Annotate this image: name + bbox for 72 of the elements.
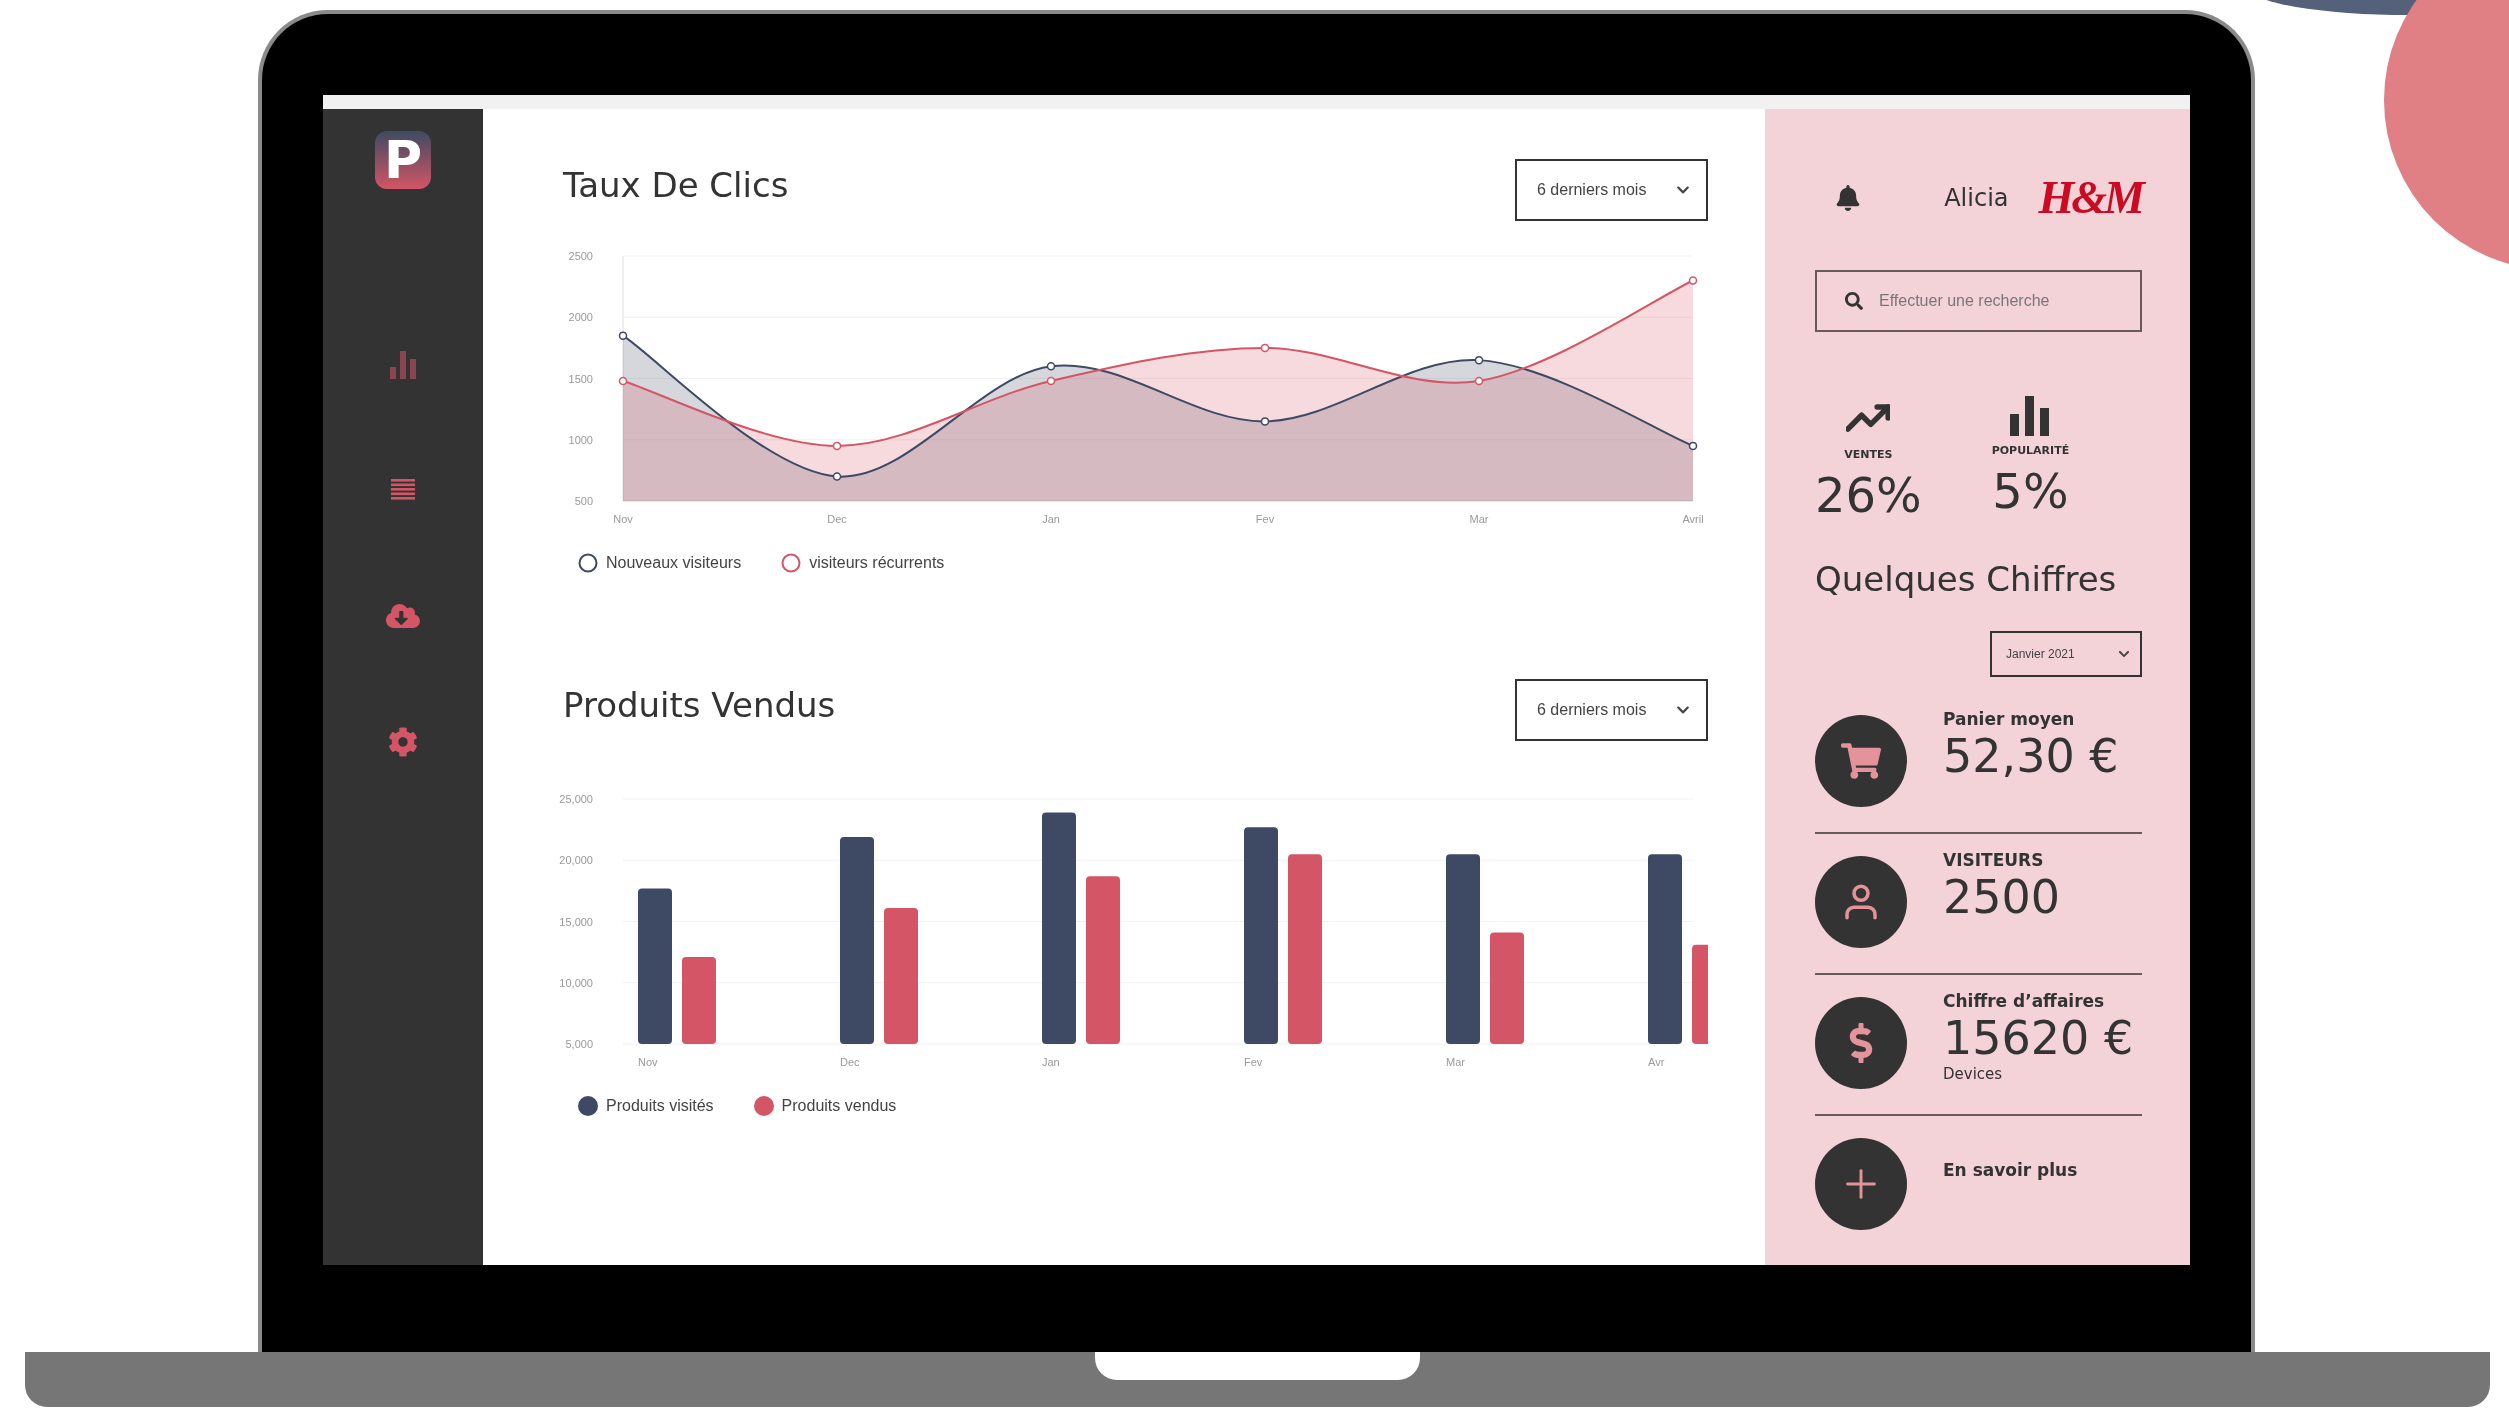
search-field[interactable]: Effectuer une recherche bbox=[1815, 270, 2142, 332]
chart-title: Taux De Clics bbox=[563, 165, 789, 205]
stat-label: POPULARITÉ bbox=[1991, 444, 2070, 457]
data-point bbox=[832, 441, 842, 451]
kpi-label: VISITEURS bbox=[1943, 850, 2045, 870]
user-name: Alicia bbox=[1944, 183, 2009, 212]
legend-marker-icon bbox=[781, 553, 802, 573]
kpi-label: Chiffre d’affaires bbox=[1943, 991, 2106, 1011]
axis-tick-label: 5,000 bbox=[565, 1038, 593, 1050]
axis-category-label: Mar bbox=[1469, 513, 1489, 525]
data-point bbox=[618, 376, 628, 386]
data-point bbox=[1260, 343, 1270, 353]
axis-tick-label: 500 bbox=[574, 495, 593, 507]
stat-label: VENTES bbox=[1844, 448, 1893, 461]
kpi-label: Panier moyen bbox=[1943, 709, 2076, 729]
data-point bbox=[1474, 355, 1484, 365]
legend-item: Produits visités bbox=[578, 1096, 714, 1116]
data-point bbox=[618, 331, 628, 340]
axis-tick-label: 1500 bbox=[568, 372, 593, 385]
kpi-value: 52,30 € bbox=[1943, 729, 2119, 783]
data-point bbox=[1688, 276, 1698, 285]
data-point bbox=[1046, 376, 1056, 386]
axis-category-label: Avr bbox=[1648, 1056, 1665, 1068]
data-point bbox=[1046, 362, 1056, 371]
axis-category-label: Dec bbox=[827, 513, 847, 525]
bar-chart-icon bbox=[2010, 396, 2051, 436]
legend-item: Produits vendus bbox=[753, 1096, 897, 1116]
legend-marker-icon bbox=[753, 1096, 774, 1116]
axis-tick-label: 20,000 bbox=[559, 854, 593, 867]
legend-marker-icon bbox=[578, 553, 598, 573]
legend-marker-icon bbox=[578, 1096, 598, 1116]
cart-icon bbox=[1841, 741, 1881, 781]
stat-value: 26% bbox=[1815, 467, 1922, 523]
chart-title: Produits Vendus bbox=[563, 685, 836, 725]
month-dropdown[interactable]: Janvier 2021 bbox=[1990, 631, 2142, 677]
axis-category-label: Nov bbox=[613, 513, 633, 525]
axis-tick-label: 2000 bbox=[568, 311, 593, 324]
axis-tick-label: 1000 bbox=[568, 433, 593, 446]
axis-category-label: Fev bbox=[1244, 1056, 1263, 1068]
kpi-note: Devices bbox=[1943, 1065, 2004, 1083]
search-icon bbox=[1845, 292, 1863, 310]
axis-category-label: Dec bbox=[840, 1056, 860, 1068]
learn-more-link[interactable]: En savoir plus bbox=[1943, 1160, 2078, 1180]
axis-category-label: Fev bbox=[1255, 513, 1275, 525]
notification-bell-icon[interactable] bbox=[1835, 184, 1861, 211]
period-dropdown[interactable]: 6 derniers mois bbox=[1515, 679, 1708, 741]
data-point bbox=[1688, 441, 1698, 451]
axis-tick-label: 10,000 bbox=[559, 976, 593, 989]
legend-item: visiteurs récurrents bbox=[781, 553, 945, 573]
data-point bbox=[1474, 376, 1484, 386]
stat-value: 5% bbox=[1992, 463, 2069, 519]
data-point bbox=[1260, 417, 1270, 426]
axis-category-label: Avril bbox=[1682, 513, 1704, 525]
period-dropdown[interactable]: 6 derniers mois bbox=[1515, 159, 1708, 221]
axis-category-label: Jan bbox=[1042, 513, 1060, 525]
brand-logo: H&M bbox=[2038, 171, 2142, 224]
chevron-down-icon bbox=[2118, 648, 2130, 660]
list-icon bbox=[391, 479, 415, 501]
axis-category-label: Mar bbox=[1446, 1056, 1465, 1068]
section-title: Quelques Chiffres bbox=[1815, 559, 2118, 599]
axis-category-label: Nov bbox=[638, 1056, 658, 1068]
axis-tick-label: 15,000 bbox=[559, 915, 593, 928]
settings-icon bbox=[388, 727, 418, 757]
axis-category-label: Jan bbox=[1042, 1056, 1060, 1068]
axis-tick-label: 25,000 bbox=[559, 793, 593, 805]
kpi-value: 15620 € bbox=[1943, 1011, 2134, 1065]
legend-item: Nouveaux visiteurs bbox=[578, 553, 742, 573]
kpi-value: 2500 bbox=[1943, 870, 2061, 924]
data-point bbox=[832, 472, 842, 481]
axis-tick-label: 2500 bbox=[568, 250, 593, 262]
logo: P bbox=[375, 131, 431, 189]
bar-chart-icon bbox=[390, 349, 416, 379]
